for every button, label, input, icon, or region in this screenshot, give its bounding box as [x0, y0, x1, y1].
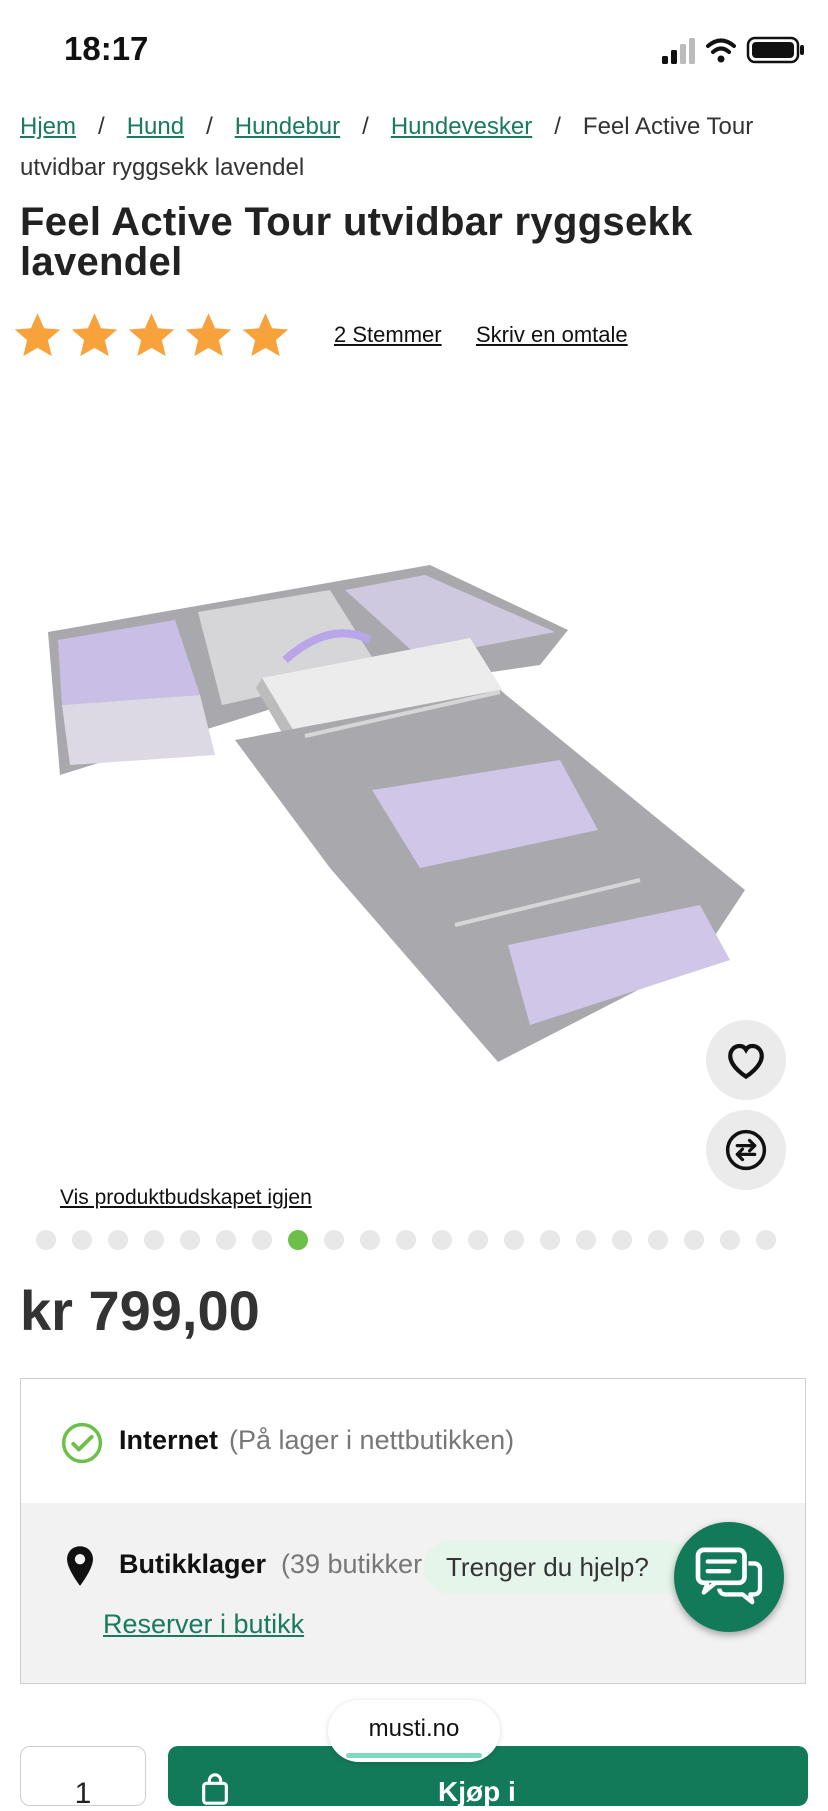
carousel-dot[interactable]	[180, 1230, 200, 1250]
carousel-dot[interactable]	[432, 1230, 452, 1250]
write-review-link[interactable]: Skriv en omtale	[476, 322, 628, 348]
buy-button-label: Kjøp i	[438, 1776, 516, 1807]
star-rating	[12, 310, 291, 361]
star-icon	[128, 313, 175, 357]
heart-icon	[728, 1043, 764, 1080]
check-circle-icon	[61, 1422, 103, 1464]
star-icon	[14, 313, 61, 357]
status-icons	[648, 34, 828, 68]
compare-button[interactable]	[706, 1110, 786, 1190]
carousel-dot[interactable]	[72, 1230, 92, 1250]
breadcrumb-link-hundevesker[interactable]: Hundevesker	[391, 113, 532, 140]
carousel-dot[interactable]	[252, 1230, 272, 1250]
carousel-dot[interactable]	[504, 1230, 524, 1250]
help-bubble[interactable]: Trenger du hjelp?	[424, 1540, 693, 1594]
store-stock-note: (39 butikker	[281, 1549, 423, 1579]
signal-wifi-battery-icon	[662, 36, 804, 64]
breadcrumb-link-hjem[interactable]: Hjem	[20, 113, 76, 140]
carousel-dot[interactable]	[612, 1230, 632, 1250]
breadcrumb-separator: /	[554, 113, 561, 140]
status-time: 18:17	[64, 30, 149, 67]
carousel-dot[interactable]	[648, 1230, 668, 1250]
breadcrumb-link-hund[interactable]: Hund	[127, 113, 184, 140]
location-pin-icon	[67, 1546, 93, 1586]
star-icon	[242, 313, 289, 357]
show-product-message-link[interactable]: Vis produktbudskapet igjen	[60, 1186, 312, 1210]
quantity-value: 1	[74, 1777, 92, 1810]
breadcrumb: Hjem / Hund / Hundebur / Hundevesker / Feel Acti…	[20, 106, 810, 188]
carousel-dot[interactable]	[360, 1230, 380, 1250]
quantity-field[interactable]: 1	[20, 1746, 146, 1810]
carousel-dot[interactable]	[36, 1230, 56, 1250]
product-price: kr 799,00	[20, 1279, 260, 1342]
chat-icon	[695, 1547, 763, 1605]
chat-button[interactable]	[674, 1522, 784, 1632]
carousel-dot[interactable]	[144, 1230, 164, 1250]
carousel-dot[interactable]	[396, 1230, 416, 1250]
carousel-dot[interactable]	[468, 1230, 488, 1250]
breadcrumb-separator: /	[362, 113, 369, 140]
stock-availability: Internet (På lager i nettbutikken) Butik…	[20, 1378, 806, 1684]
status-bar: 18:17	[0, 0, 828, 100]
carousel-dot[interactable]	[720, 1230, 740, 1250]
product-image[interactable]	[0, 540, 828, 1100]
online-stock-label: Internet	[119, 1425, 219, 1455]
breadcrumb-separator: /	[98, 113, 105, 140]
carousel-dot-active[interactable]	[288, 1230, 308, 1250]
compare-icon	[725, 1129, 767, 1171]
carousel-dots	[36, 1230, 776, 1250]
online-stock-note: (På lager i nettbutikken)	[229, 1425, 515, 1455]
star-icon	[185, 313, 232, 357]
url-loading-indicator	[346, 1753, 482, 1758]
carousel-dot[interactable]	[756, 1230, 776, 1250]
carousel-dot[interactable]	[540, 1230, 560, 1250]
carousel-dot[interactable]	[216, 1230, 236, 1250]
online-stock-row: Internet (På lager i nettbutikken)	[21, 1379, 805, 1504]
page-title: Feel Active Tour utvidbar ryggsekk laven…	[20, 200, 693, 284]
carousel-dot[interactable]	[108, 1230, 128, 1250]
product-illustration	[48, 565, 745, 1062]
breadcrumb-link-hundebur[interactable]: Hundebur	[235, 113, 340, 140]
carousel-dot[interactable]	[684, 1230, 704, 1250]
carousel-dot[interactable]	[576, 1230, 596, 1250]
browser-url-bar[interactable]: musti.no	[328, 1700, 500, 1762]
reserve-in-store-link[interactable]: Reserver i butikk	[103, 1609, 304, 1640]
star-icon	[71, 313, 118, 357]
favorite-button[interactable]	[706, 1020, 786, 1100]
carousel-dot[interactable]	[324, 1230, 344, 1250]
rating-row: 2 Stemmer Skriv en omtale	[12, 310, 812, 362]
breadcrumb-separator: /	[206, 113, 213, 140]
votes-link[interactable]: 2 Stemmer	[334, 322, 442, 348]
store-stock-label: Butikklager	[119, 1549, 267, 1579]
shopping-bag-icon	[202, 1773, 228, 1805]
url-text: musti.no	[368, 1715, 460, 1742]
